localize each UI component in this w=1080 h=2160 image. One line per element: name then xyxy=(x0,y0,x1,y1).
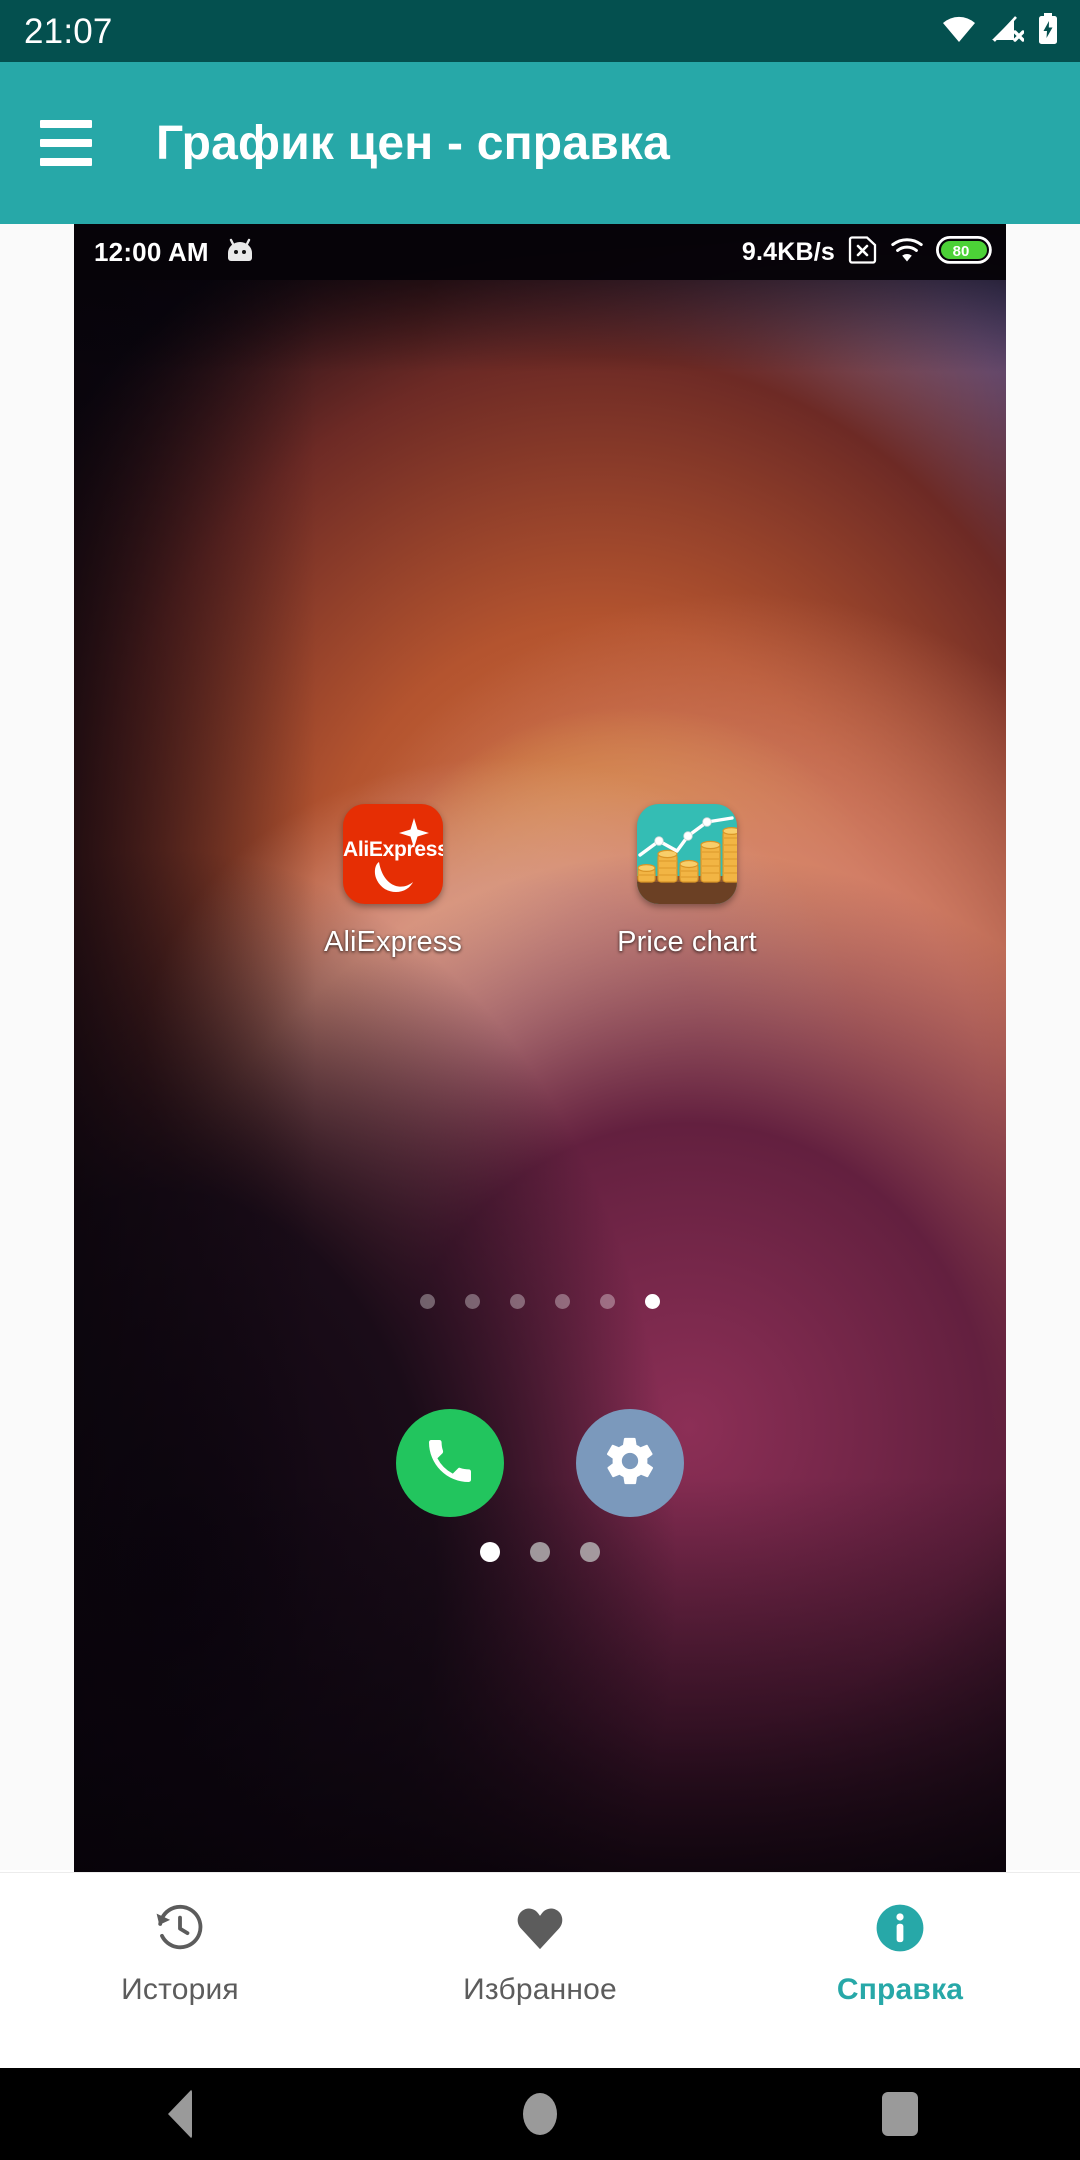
help-screenshot: 12:00 AM 9.4KB/s 80 AliExpress AliExpres… xyxy=(74,224,1006,1872)
battery-charging-icon xyxy=(1038,12,1058,50)
bottom-navigation: История Избранное Справка xyxy=(0,1872,1080,2068)
wifi-icon xyxy=(891,237,923,267)
page-dot[interactable] xyxy=(600,1294,615,1309)
recents-button[interactable] xyxy=(820,2068,980,2160)
page-dot[interactable] xyxy=(510,1294,525,1309)
recents-icon xyxy=(882,2092,918,2136)
signal-no-sim-icon xyxy=(990,15,1025,48)
home-button[interactable] xyxy=(460,2068,620,2160)
system-status-bar: 21:07 xyxy=(0,0,1080,62)
home-dock xyxy=(74,1409,1006,1517)
aliexpress-icon: AliExpress xyxy=(343,804,443,904)
back-icon xyxy=(168,2089,192,2139)
dock-settings-button[interactable] xyxy=(576,1409,684,1517)
android-head-icon xyxy=(225,237,255,268)
dock-dot[interactable] xyxy=(580,1542,600,1562)
nav-label-history: История xyxy=(121,1973,239,2006)
price-chart-icon xyxy=(637,804,737,904)
phone-icon xyxy=(422,1433,478,1494)
screenshot-status-left: 12:00 AM xyxy=(94,237,255,268)
wallpaper-image xyxy=(74,224,1006,1872)
app-label-aliexpress: AliExpress xyxy=(324,926,462,958)
info-circle-icon xyxy=(873,1899,927,1957)
app-bar: График цен - справка xyxy=(0,62,1080,224)
home-icon xyxy=(523,2093,557,2135)
app-icon-price-chart[interactable]: Price chart xyxy=(592,804,782,959)
wifi-icon xyxy=(942,16,976,47)
app-icon-aliexpress[interactable]: AliExpress AliExpress xyxy=(298,804,488,959)
gear-icon xyxy=(602,1433,658,1494)
network-speed-label: 9.4KB/s xyxy=(741,237,835,266)
android-nav-bar xyxy=(0,2068,1080,2160)
page-dot-active[interactable] xyxy=(645,1294,660,1309)
app-label-price-chart: Price chart xyxy=(617,926,757,958)
home-page-indicator[interactable] xyxy=(74,1294,1006,1309)
battery-status-icon: 80 xyxy=(935,235,992,269)
page-title: График цен - справка xyxy=(156,116,671,170)
app-root: 21:07 График цен - справка 12:00 AM 9.4K… xyxy=(0,0,1080,2160)
nav-item-history[interactable]: История xyxy=(0,1873,360,2007)
page-dot[interactable] xyxy=(420,1294,435,1309)
nav-label-help: Справка xyxy=(836,1973,964,2006)
back-button[interactable] xyxy=(100,2068,260,2160)
dock-dot-active[interactable] xyxy=(480,1542,500,1562)
history-icon xyxy=(153,1899,207,1957)
svg-text:80: 80 xyxy=(953,243,970,260)
dock-page-indicator[interactable] xyxy=(74,1542,1006,1562)
dock-dot[interactable] xyxy=(530,1542,550,1562)
screenshot-status-bar: 12:00 AM 9.4KB/s 80 xyxy=(74,224,1006,280)
aliexpress-wordmark: AliExpress xyxy=(343,838,443,861)
no-sim-card-icon xyxy=(848,235,878,269)
nav-label-favorites: Избранное xyxy=(463,1973,617,2006)
nav-item-favorites[interactable]: Избранное xyxy=(360,1873,720,2007)
system-status-icons xyxy=(942,12,1058,50)
screenshot-clock: 12:00 AM xyxy=(94,236,209,267)
system-clock: 21:07 xyxy=(24,11,113,51)
home-app-grid: AliExpress AliExpress Price chart xyxy=(74,804,1006,959)
page-dot[interactable] xyxy=(555,1294,570,1309)
screenshot-status-right: 9.4KB/s 80 xyxy=(741,235,992,269)
dock-phone-button[interactable] xyxy=(396,1409,504,1517)
nav-item-help[interactable]: Справка xyxy=(720,1873,1080,2007)
hamburger-menu-icon[interactable] xyxy=(38,113,108,173)
page-dot[interactable] xyxy=(465,1294,480,1309)
heart-icon xyxy=(513,1899,567,1957)
